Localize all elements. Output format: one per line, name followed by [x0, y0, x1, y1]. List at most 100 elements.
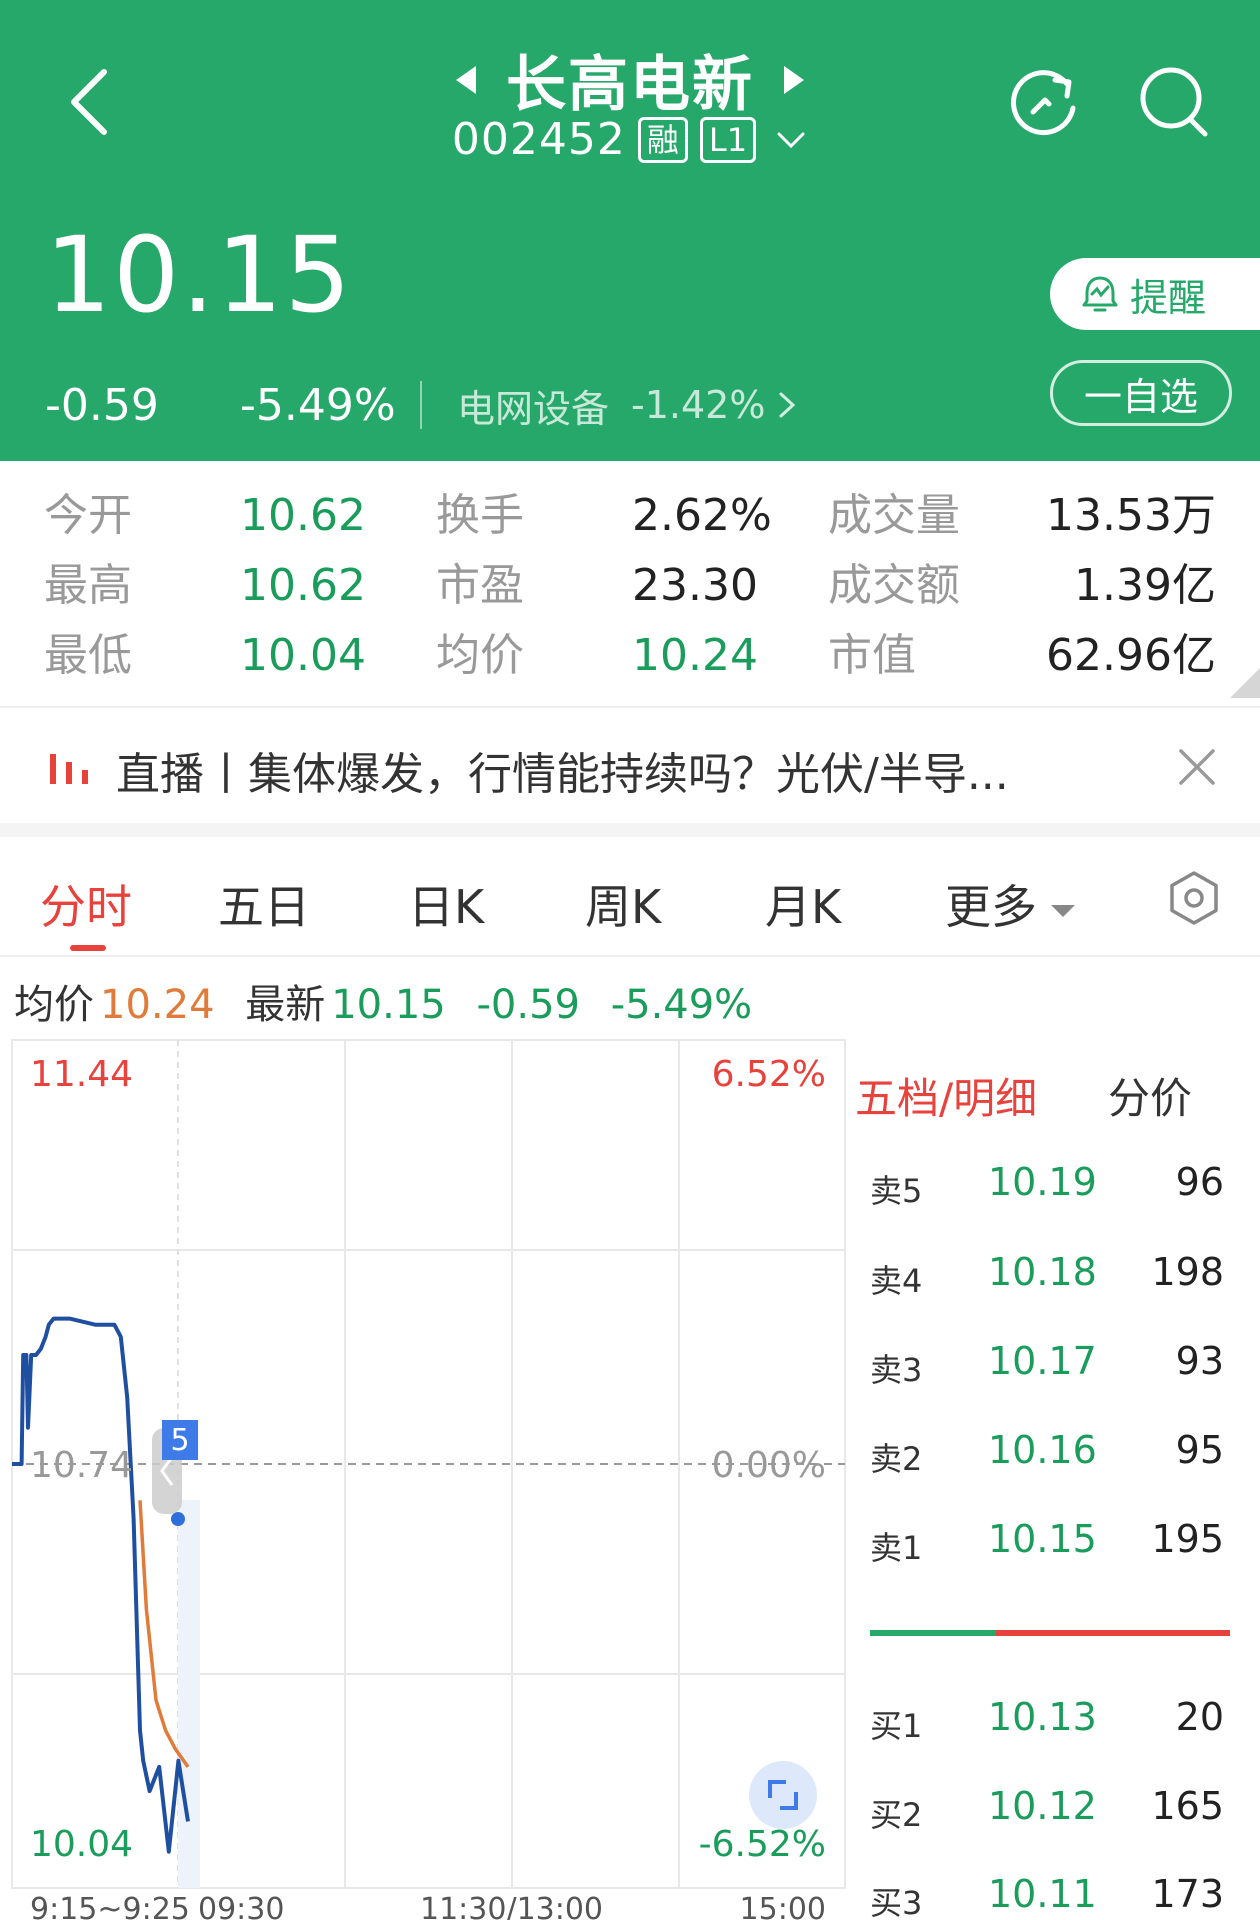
stat-label: 今开 — [44, 490, 132, 541]
pct-tick-mid: 0.00% — [712, 1445, 826, 1486]
live-bars-icon — [50, 754, 88, 784]
stat-value: 23.30 — [632, 560, 758, 611]
stat-label: 成交额 — [828, 560, 960, 611]
tab-price-distribution[interactable]: 分价 — [1108, 1065, 1192, 1126]
search-icon[interactable] — [1135, 62, 1215, 142]
ask-price: 10.17 — [988, 1339, 1097, 1383]
ask-label: 卖3 — [870, 1351, 923, 1389]
active-tab-indicator — [70, 945, 106, 951]
avg-label: 均价 — [14, 982, 94, 1028]
latest-value: 10.15 — [331, 982, 446, 1028]
ask-price: 10.19 — [988, 1160, 1097, 1204]
price-change-pct: -5.49% — [240, 379, 396, 431]
stock-code: 002452 — [451, 114, 626, 165]
news-banner[interactable]: 直播丨集体爆发，行情能持续吗？光伏/半导... — [0, 708, 1260, 823]
latest-change-pct: -5.49% — [610, 982, 753, 1028]
pct-tick-top: 6.52% — [712, 1054, 826, 1095]
bid-volume: 173 — [1151, 1872, 1224, 1916]
stat-value: 2.62% — [632, 490, 772, 541]
stat-label: 最低 — [44, 630, 132, 681]
stat-value: 1.39亿 — [1074, 560, 1216, 611]
expand-corner-icon[interactable] — [1230, 668, 1260, 698]
latest-label: 最新 — [245, 982, 326, 1028]
close-icon[interactable] — [1175, 745, 1219, 789]
tab-intraday[interactable]: 分时 — [40, 871, 132, 937]
section-gap — [0, 823, 1260, 837]
buy-pressure-bar — [870, 1630, 996, 1636]
chart-tabs: 分时 五日 日K 周K 月K 更多 — [0, 837, 1260, 955]
stat-value: 13.53万 — [1046, 490, 1216, 541]
stat-label: 最高 — [44, 560, 132, 611]
bid-volume: 20 — [1175, 1695, 1224, 1739]
tab-more[interactable]: 更多 — [945, 871, 1075, 937]
y-tick-top: 11.44 — [30, 1054, 133, 1095]
refresh-icon[interactable] — [1005, 62, 1085, 142]
tab-order-book[interactable]: 五档/明细 — [855, 1065, 1037, 1126]
divider — [0, 955, 1260, 957]
ask-price: 10.16 — [988, 1428, 1097, 1472]
avg-value: 10.24 — [100, 982, 215, 1028]
divider — [420, 381, 422, 429]
ask-row: 卖4 10.18 198 — [870, 1250, 1230, 1310]
stat-label: 市盈 — [436, 560, 524, 611]
auction-band — [178, 1500, 200, 1888]
bid-price: 10.11 — [988, 1872, 1097, 1916]
quote-stats: 今开 10.62 换手 2.62% 成交量 13.53万 最高 10.62 市盈… — [0, 461, 1260, 706]
ask-row: 卖3 10.17 93 — [870, 1339, 1230, 1399]
stat-label: 均价 — [436, 630, 524, 681]
x-tick: 09:30 — [198, 1892, 284, 1920]
bid-label: 买1 — [870, 1707, 923, 1745]
tab-daily-k[interactable]: 日K — [408, 871, 484, 937]
dropdown-icon — [1051, 904, 1075, 917]
price-change-row: -0.59 -5.49% 电网设备 -1.42% — [45, 375, 799, 435]
watchlist-label: 一自选 — [1083, 374, 1198, 419]
stat-label: 换手 — [436, 490, 524, 541]
news-headline[interactable]: 直播丨集体爆发，行情能持续吗？光伏/半导... — [116, 738, 1009, 802]
ask-row: 卖1 10.15 195 — [870, 1517, 1230, 1577]
stock-name: 长高电新 — [506, 50, 754, 120]
stat-label: 市值 — [828, 630, 916, 681]
tab-five-day[interactable]: 五日 — [218, 871, 310, 937]
ask-volume: 93 — [1175, 1339, 1224, 1383]
ask-volume: 198 — [1151, 1250, 1224, 1294]
price-change: -0.59 — [45, 379, 159, 431]
price-line — [12, 1316, 190, 1854]
sector-change[interactable]: -1.42% — [631, 383, 765, 427]
sector-name[interactable]: 电网设备 — [457, 378, 609, 433]
stock-header: 长高电新 002452 融 L1 10.15 -0.59 -5.49% 电网设备… — [0, 0, 1260, 461]
ask-label: 卖5 — [870, 1172, 923, 1210]
stat-value: 62.96亿 — [1046, 630, 1216, 681]
open-point-marker — [171, 1512, 185, 1526]
remind-label: 提醒 — [1130, 275, 1207, 320]
stat-value: 10.24 — [632, 630, 758, 681]
remind-button[interactable]: 提醒 — [1050, 258, 1260, 330]
y-tick-mid: 10.74 — [30, 1445, 133, 1486]
ask-label: 卖4 — [870, 1262, 923, 1300]
ask-label: 卖1 — [870, 1529, 923, 1567]
bid-label: 买3 — [870, 1884, 923, 1920]
bid-volume: 165 — [1151, 1784, 1224, 1828]
fullscreen-button[interactable] — [749, 1761, 817, 1829]
prev-stock-icon[interactable] — [456, 65, 476, 94]
tab-monthly-k[interactable]: 月K — [765, 871, 841, 937]
alert-icon — [1082, 276, 1118, 312]
chevron-down-icon[interactable] — [774, 123, 808, 157]
x-tick: 15:00 — [740, 1892, 826, 1920]
ask-price: 10.18 — [988, 1250, 1097, 1294]
bid-row: 买2 10.12 165 — [870, 1784, 1230, 1844]
level-tag: L1 — [699, 116, 757, 163]
bid-row: 买3 10.11 173 — [870, 1872, 1230, 1920]
chevron-right-icon[interactable] — [775, 390, 799, 420]
tab-weekly-k[interactable]: 周K — [585, 871, 661, 937]
tab-more-label: 更多 — [945, 880, 1037, 934]
ask-row: 卖2 10.16 95 — [870, 1428, 1230, 1488]
x-tick: 9:15~9:25 — [30, 1892, 190, 1920]
watchlist-button[interactable]: 一自选 — [1050, 360, 1232, 426]
settings-icon[interactable] — [1166, 870, 1222, 926]
bid-price: 10.12 — [988, 1784, 1097, 1828]
next-stock-icon[interactable] — [784, 65, 804, 94]
event-badge-text: 5 — [170, 1423, 189, 1458]
intraday-chart[interactable]: 5 11.44 10.74 10.04 6.52% 0.00% -6.52% 9… — [0, 1030, 850, 1920]
ask-row: 卖5 10.19 96 — [870, 1160, 1230, 1220]
ask-volume: 195 — [1151, 1517, 1224, 1561]
